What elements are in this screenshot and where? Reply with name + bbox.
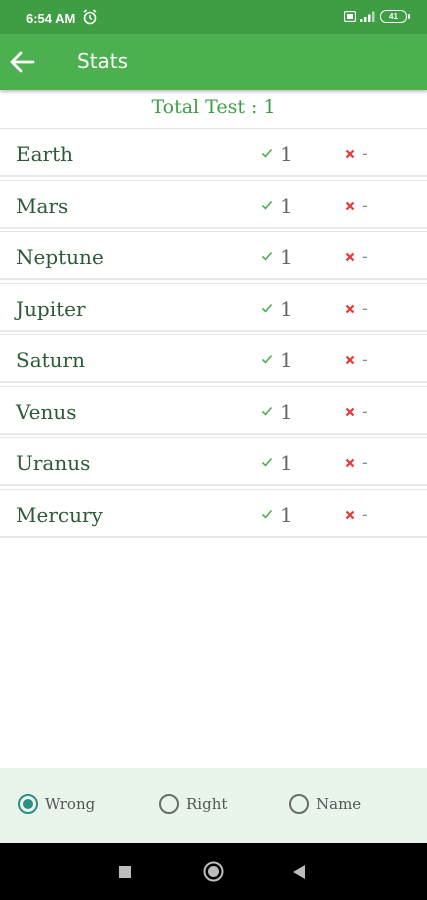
recents-icon[interactable] — [119, 866, 131, 878]
radio-right[interactable] — [159, 794, 179, 814]
right-count: 1 — [280, 348, 293, 372]
total-tests-label: Total Test : 1 — [151, 96, 276, 118]
stats-row[interactable]: Neptune 1 - — [0, 231, 427, 280]
sort-option-name[interactable]: Name — [289, 794, 361, 814]
planet-name: Venus — [16, 399, 77, 424]
right-count: 1 — [280, 451, 293, 475]
stats-row[interactable]: Venus 1 - — [0, 385, 427, 435]
stats-row[interactable]: Saturn 1 - — [0, 334, 427, 383]
wrong-count: - — [362, 247, 368, 267]
right-count: 1 — [280, 296, 293, 321]
x-icon — [345, 458, 355, 468]
stats-row[interactable]: Earth 1 - — [0, 128, 427, 177]
right-count: 1 — [280, 193, 293, 218]
stats-row[interactable]: Mars 1 - — [0, 179, 427, 229]
page-title: Stats — [77, 49, 129, 73]
right-count: 1 — [280, 399, 293, 424]
x-icon — [345, 407, 355, 416]
wrong-count: - — [362, 504, 368, 525]
x-icon — [345, 149, 355, 159]
stats-row[interactable]: Mercury 1 - — [0, 488, 427, 538]
stats-row[interactable]: Jupiter 1 - — [0, 282, 427, 332]
check-icon — [261, 303, 273, 313]
wrong-count: - — [362, 144, 368, 164]
wrong-count: - — [362, 401, 368, 422]
sort-option-right[interactable]: Right — [159, 794, 227, 814]
app-bar: Stats — [0, 34, 427, 90]
radio-name[interactable] — [289, 794, 309, 814]
planet-name: Uranus — [16, 451, 91, 475]
check-icon — [261, 251, 273, 261]
planet-name: Mercury — [16, 502, 103, 527]
check-icon — [261, 406, 273, 416]
status-time: 6:54 AM — [26, 11, 76, 26]
wrong-count: - — [362, 453, 368, 473]
radio-wrong[interactable] — [18, 794, 38, 814]
x-icon — [345, 201, 355, 210]
sort-label-right: Right — [186, 795, 228, 813]
planet-name: Jupiter — [16, 296, 86, 321]
wrong-count: - — [362, 298, 368, 319]
battery-level: 41 — [389, 12, 398, 21]
planet-name: Earth — [16, 142, 74, 166]
check-icon — [261, 509, 273, 519]
right-count: 1 — [280, 502, 293, 527]
stats-list: Earth 1- Mars 1- Neptune 1- Jupiter 1- Saturn 1- V… — [0, 128, 427, 540]
x-icon — [345, 510, 355, 519]
right-count: 1 — [280, 245, 293, 269]
x-icon — [345, 252, 355, 262]
battery-icon: 41 — [380, 10, 410, 23]
sort-label-name: Name — [316, 795, 362, 813]
x-icon — [345, 355, 355, 365]
stats-row[interactable]: Uranus 1 - — [0, 437, 427, 486]
right-count: 1 — [280, 142, 293, 166]
check-icon — [261, 457, 273, 467]
check-icon — [261, 354, 273, 364]
sim-icon — [344, 11, 356, 22]
planet-name: Neptune — [16, 245, 104, 269]
home-icon[interactable] — [203, 861, 224, 882]
alarm-clock-icon — [83, 9, 97, 25]
arrow-left-icon[interactable] — [6, 46, 38, 78]
sort-label-wrong: Wrong — [45, 795, 96, 813]
nav-back-icon[interactable] — [292, 864, 306, 880]
wrong-count: - — [362, 350, 368, 370]
signal-icon — [360, 11, 375, 22]
check-icon — [261, 148, 273, 158]
planet-name: Saturn — [16, 348, 85, 372]
planet-name: Mars — [16, 193, 69, 218]
system-nav-bar — [0, 843, 427, 900]
check-icon — [261, 200, 273, 210]
sort-option-wrong[interactable]: Wrong — [18, 794, 95, 814]
system-icons: 41 — [344, 10, 410, 23]
wrong-count: - — [362, 195, 368, 216]
sort-options-panel: Wrong Right Name — [0, 768, 427, 843]
x-icon — [345, 304, 355, 313]
status-bar: 6:54 AM 41 — [0, 0, 427, 34]
